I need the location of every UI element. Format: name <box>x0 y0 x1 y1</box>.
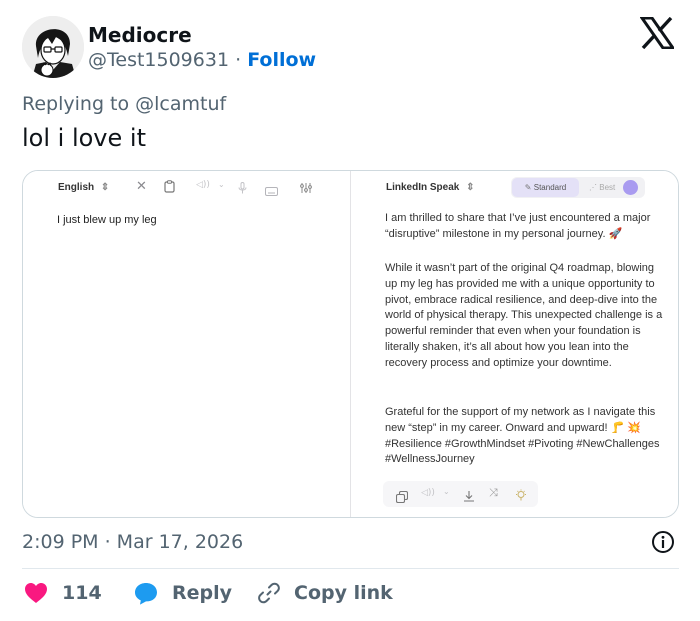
handle-separator: · <box>235 49 242 71</box>
best-label: Best <box>599 183 616 192</box>
like-count: 114 <box>62 582 102 604</box>
keyboard-icon <box>265 181 278 200</box>
output-paragraph-3: Grateful for the support of my network a… <box>385 406 660 466</box>
microphone-icon <box>238 179 247 198</box>
standard-label: Standard <box>533 183 567 192</box>
x-logo-icon[interactable] <box>639 16 676 50</box>
speaker-icon: ◁)) <box>196 180 210 190</box>
tweet-timestamp[interactable]: 2:09 PM · Mar 17, 2026 <box>22 531 243 553</box>
input-pane: English ⇕ ✕ ◁)) ⌄ I just blew up my leg <box>23 171 350 517</box>
like-button[interactable]: 114 <box>24 580 102 606</box>
copy-link-button[interactable]: Copy link <box>258 580 393 606</box>
close-icon: ✕ <box>136 179 147 194</box>
mode-label: LinkedIn Speak <box>386 182 460 193</box>
avatar[interactable] <box>22 16 84 78</box>
output-paragraph-1: I am thrilled to share that I’ve just en… <box>385 212 651 240</box>
reply-label: Reply <box>172 582 233 604</box>
input-text: I just blew up my leg <box>57 214 157 226</box>
output-pane: LinkedIn Speak ⇕ ✎ Standard ⋰ Best I am … <box>351 171 678 517</box>
shuffle-icon: ⤨ <box>489 486 498 499</box>
chevron-updown-icon: ⇕ <box>466 182 475 193</box>
speaker-icon: ◁)) <box>421 488 435 498</box>
follow-button[interactable]: Follow <box>247 49 316 71</box>
heart-icon <box>25 583 47 603</box>
premium-badge-icon <box>623 180 638 195</box>
info-icon[interactable] <box>651 530 675 554</box>
chevron-down-icon: ⌄ <box>443 487 450 496</box>
author-handle-row: @Test1509631 · Follow <box>88 49 316 71</box>
settings-sliders-icon <box>300 179 312 198</box>
tweet-text: lol i love it <box>22 124 146 152</box>
pencil-icon: ✎ <box>524 183 532 192</box>
chevron-updown-icon: ⇕ <box>100 182 110 193</box>
reply-bubble-icon <box>135 582 157 605</box>
copy-link-label: Copy link <box>294 582 393 604</box>
tweet-media-image[interactable]: English ⇕ ✕ ◁)) ⌄ I just blew up my leg … <box>22 170 679 518</box>
language-selector: English ⇕ <box>58 182 109 193</box>
language-label: English <box>58 182 95 193</box>
lightbulb-icon <box>515 487 527 506</box>
best-option: ⋰ Best <box>589 178 615 197</box>
copy-icon <box>395 488 409 507</box>
replying-to[interactable]: Replying to @lcamtuf <box>22 93 226 115</box>
standard-option: ✎ Standard <box>512 178 579 197</box>
output-paragraph-2: While it wasn’t part of the original Q4 … <box>385 262 663 369</box>
link-icon <box>258 582 280 604</box>
download-icon <box>463 487 475 506</box>
output-toolbar: ◁)) ⌄ ⤨ <box>383 481 538 507</box>
author-name[interactable]: Mediocre <box>88 23 192 47</box>
clipboard-icon <box>164 178 175 197</box>
reply-button[interactable]: Reply <box>134 580 232 606</box>
sparkle-icon: ⋰ <box>589 183 597 192</box>
quality-toggle: ✎ Standard ⋰ Best <box>511 177 645 198</box>
divider <box>22 568 679 569</box>
mode-selector: LinkedIn Speak ⇕ <box>386 182 475 193</box>
chevron-down-icon: ⌄ <box>218 180 225 189</box>
author-handle[interactable]: @Test1509631 <box>88 49 229 71</box>
